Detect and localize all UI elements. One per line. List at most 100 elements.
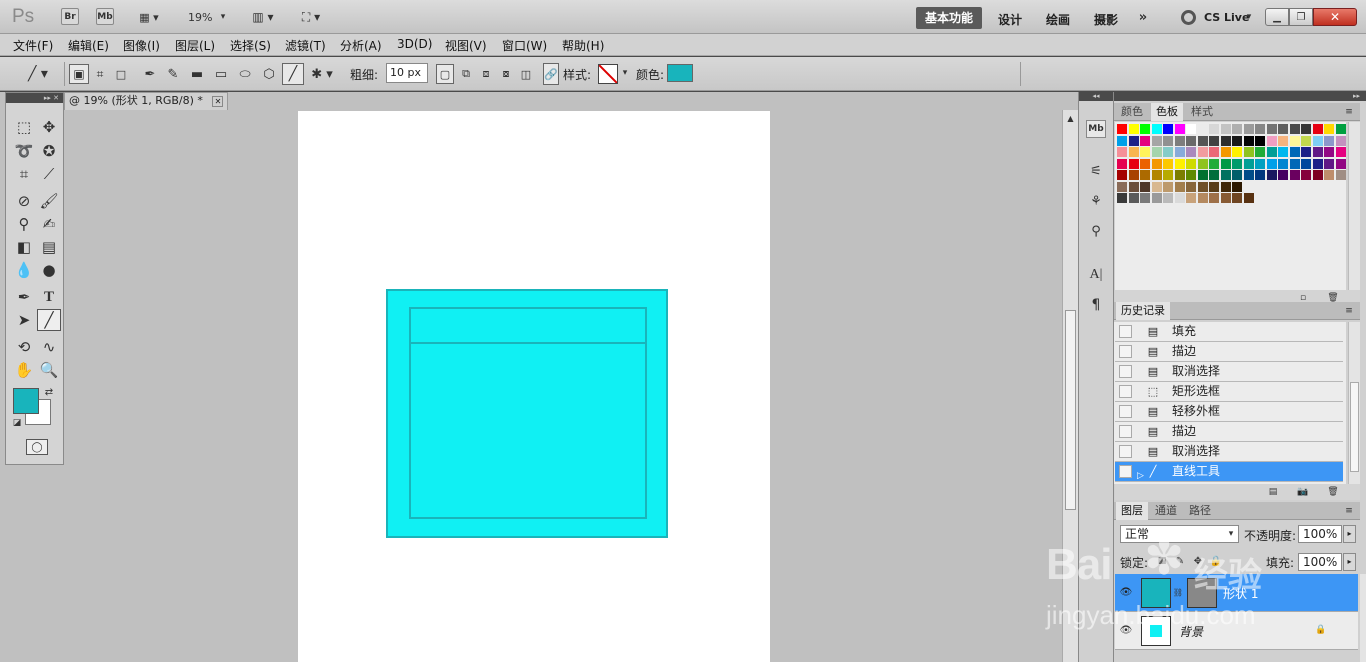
color-swatch-cell[interactable] xyxy=(1324,158,1334,169)
menu-file[interactable]: 文件(F) xyxy=(13,37,53,54)
snapshot-checkbox[interactable] xyxy=(1119,445,1132,458)
brush-tool-icon[interactable]: 🖌 xyxy=(37,190,61,212)
color-swatch-cell[interactable] xyxy=(1301,147,1311,157)
color-swatch-cell[interactable] xyxy=(1301,170,1311,180)
menu-analysis[interactable]: 分析(A) xyxy=(340,37,382,54)
color-swatch-cell[interactable] xyxy=(1209,170,1219,180)
color-swatch-cell[interactable] xyxy=(1197,170,1208,180)
color-swatch-cell[interactable] xyxy=(1312,147,1323,157)
dodge-tool-icon[interactable]: ● xyxy=(37,259,61,281)
workspace-photography-button[interactable]: 摄影 xyxy=(1094,11,1118,28)
freeform-pen-icon[interactable]: ✎ xyxy=(163,64,183,84)
history-item[interactable]: ▤ 取消选择 xyxy=(1115,442,1343,462)
color-swatch-cell[interactable] xyxy=(1220,181,1231,192)
history-item[interactable]: ▤ 取消选择 xyxy=(1115,362,1343,382)
color-swatch-cell[interactable] xyxy=(1232,170,1242,180)
snapshot-checkbox[interactable] xyxy=(1119,425,1132,438)
color-swatch-cell[interactable] xyxy=(1197,181,1208,192)
eyedropper-icon[interactable]: ⟋ xyxy=(37,163,61,185)
color-swatch-cell[interactable] xyxy=(1278,124,1288,134)
color-swatch-cell[interactable] xyxy=(1128,158,1139,169)
paragraph-panel-icon[interactable]: ¶ xyxy=(1086,296,1106,314)
color-swatch-cell[interactable] xyxy=(1232,158,1242,169)
color-swatch-cell[interactable] xyxy=(1186,124,1196,134)
view-extras-button[interactable]: ▦ ▾ xyxy=(132,9,166,25)
color-swatch-cell[interactable] xyxy=(1255,124,1265,134)
add-to-shape-icon[interactable]: ⧉ xyxy=(457,64,475,84)
color-swatch-cell[interactable] xyxy=(1243,193,1254,203)
fill-pixels-icon[interactable]: □ xyxy=(111,64,131,84)
menu-edit[interactable]: 编辑(E) xyxy=(68,37,109,54)
shape-layers-icon[interactable]: ▣ xyxy=(69,64,89,84)
color-swatch-cell[interactable] xyxy=(1151,124,1162,134)
menu-filter[interactable]: 滤镜(T) xyxy=(285,37,326,54)
tab-layers[interactable]: 图层 xyxy=(1116,502,1148,520)
color-swatch-cell[interactable] xyxy=(1324,135,1334,146)
color-swatch-cell[interactable] xyxy=(1220,158,1231,169)
color-swatch-cell[interactable] xyxy=(1140,158,1150,169)
screen-mode-button[interactable]: ⛶ ▾ xyxy=(294,9,328,25)
color-swatch-cell[interactable] xyxy=(1278,135,1288,146)
style-picker[interactable] xyxy=(598,64,618,84)
scroll-up-icon[interactable]: ▲ xyxy=(1064,112,1077,124)
menu-3d[interactable]: 3D(D) xyxy=(397,37,432,51)
tab-swatches[interactable]: 色板 xyxy=(1151,103,1183,121)
color-swatch-cell[interactable] xyxy=(1140,181,1150,192)
path-select-icon[interactable]: ➤ xyxy=(12,309,36,331)
snapshot-checkbox[interactable] xyxy=(1119,325,1132,338)
zoom-tool-icon[interactable]: 🔍 xyxy=(37,359,61,381)
color-swatch-cell[interactable] xyxy=(1128,181,1139,192)
color-swatch-cell[interactable] xyxy=(1301,158,1311,169)
color-swatch-cell[interactable] xyxy=(1255,170,1265,180)
menu-layer[interactable]: 图层(L) xyxy=(175,37,215,54)
delete-state-icon[interactable]: 🗑 xyxy=(1327,486,1339,498)
gradient-tool-icon[interactable]: ▤ xyxy=(37,236,61,258)
new-document-from-state-icon[interactable]: ▤ xyxy=(1267,486,1279,498)
color-swatch-cell[interactable] xyxy=(1128,193,1139,203)
color-swatch-cell[interactable] xyxy=(1197,147,1208,157)
zoom-dropdown-icon[interactable]: ▾ xyxy=(218,10,228,24)
color-swatch-cell[interactable] xyxy=(1266,147,1277,157)
color-swatch-cell[interactable] xyxy=(1301,124,1311,134)
polygon-tool-icon[interactable]: ⬡ xyxy=(259,64,279,84)
history-item[interactable]: ▤ 描边 xyxy=(1115,422,1343,442)
color-swatch-cell[interactable] xyxy=(1220,147,1231,157)
color-swatch-cell[interactable] xyxy=(1186,158,1196,169)
color-swatch-cell[interactable] xyxy=(1117,124,1127,134)
3d-orbit-icon[interactable]: ∿ xyxy=(37,336,61,358)
tool-preset-picker[interactable]: ╱ ▾ xyxy=(20,65,56,83)
color-swatch-cell[interactable] xyxy=(1174,170,1185,180)
color-swatch-cell[interactable] xyxy=(1140,193,1150,203)
color-swatch-cell[interactable] xyxy=(1278,158,1288,169)
color-swatch-cell[interactable] xyxy=(1163,170,1173,180)
color-swatch-cell[interactable] xyxy=(1151,147,1162,157)
color-swatch-cell[interactable] xyxy=(1312,124,1323,134)
color-swatch-cell[interactable] xyxy=(1324,147,1334,157)
line-tool-icon[interactable]: ╱ xyxy=(282,63,304,85)
history-scrollbar[interactable] xyxy=(1348,322,1360,484)
workspace-design-button[interactable]: 设计 xyxy=(998,11,1022,28)
color-swatch-cell[interactable] xyxy=(1209,181,1219,192)
hand-tool-icon[interactable]: ✋ xyxy=(12,359,36,381)
pen-tool-icon[interactable]: ✒ xyxy=(140,64,160,84)
rounded-rectangle-icon[interactable]: ▭ xyxy=(211,64,231,84)
brush-panel-icon[interactable]: ⚘ xyxy=(1086,192,1106,210)
intersect-shape-icon[interactable]: ⧇ xyxy=(497,64,515,84)
rectangle-tool-icon[interactable]: ▬ xyxy=(187,64,207,84)
brush-presets-icon[interactable]: ⚟ xyxy=(1086,162,1106,180)
color-swatch-cell[interactable] xyxy=(1151,193,1162,203)
history-item-selected[interactable]: ▷ ╱ 直线工具 xyxy=(1115,462,1343,482)
subtract-shape-icon[interactable]: ⧈ xyxy=(477,64,495,84)
panel-menu-icon[interactable]: ≡ xyxy=(1342,106,1356,118)
menu-image[interactable]: 图像(I) xyxy=(123,37,160,54)
type-tool-icon[interactable]: T xyxy=(37,286,61,308)
snapshot-checkbox[interactable] xyxy=(1119,365,1132,378)
color-swatch-cell[interactable] xyxy=(1335,158,1346,169)
color-swatch-cell[interactable] xyxy=(1163,135,1173,146)
tab-styles[interactable]: 样式 xyxy=(1186,103,1218,121)
color-swatch-cell[interactable] xyxy=(1255,158,1265,169)
history-item[interactable]: ▤ 填充 xyxy=(1115,322,1343,342)
color-swatch-cell[interactable] xyxy=(1243,170,1254,180)
color-swatch-cell[interactable] xyxy=(1117,193,1127,203)
color-swatch-cell[interactable] xyxy=(1266,158,1277,169)
